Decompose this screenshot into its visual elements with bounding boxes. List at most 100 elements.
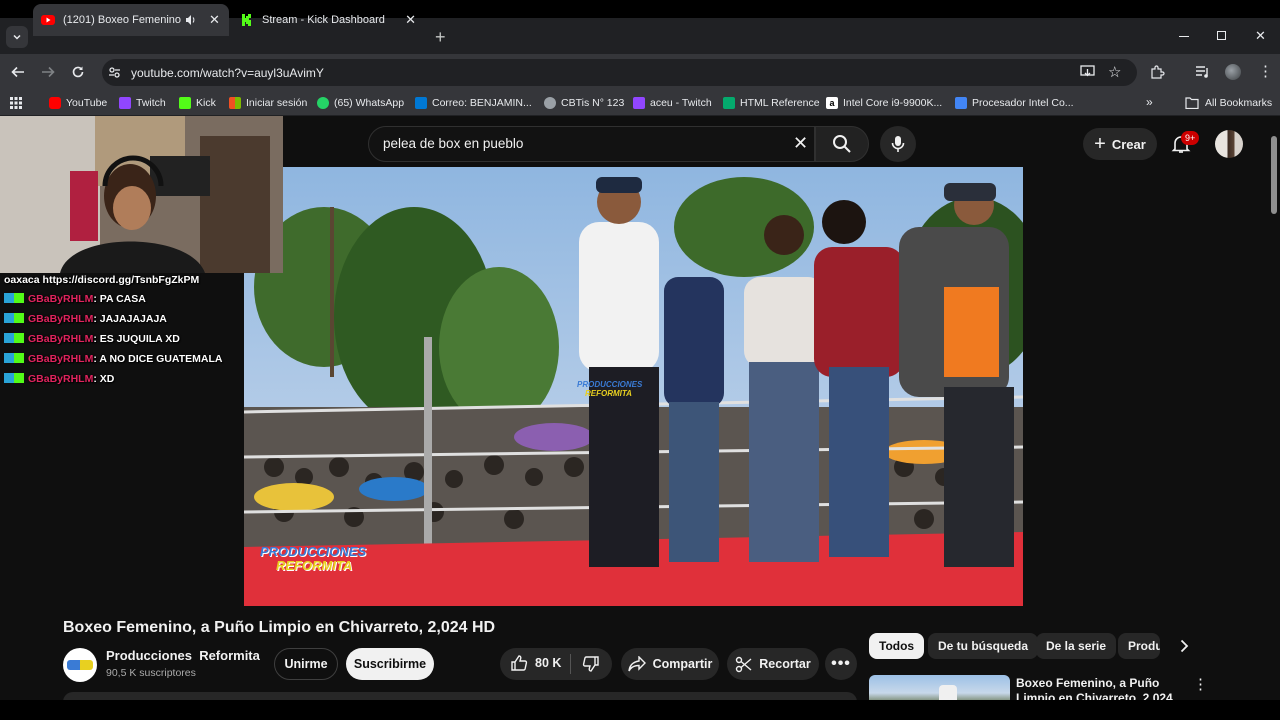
chat-message: GBaByRHLM: JAJAJAJAJA — [4, 313, 167, 325]
search-button[interactable] — [815, 126, 869, 162]
channel-name[interactable]: Producciones Reformita — [106, 648, 260, 663]
profile-avatar[interactable] — [1225, 64, 1241, 80]
outlook-icon — [415, 97, 427, 109]
page-icon — [955, 97, 967, 109]
twitch-icon — [633, 97, 645, 109]
more-actions-button[interactable]: ••• — [825, 648, 857, 680]
bookmark-star-icon[interactable]: ☆ — [1108, 63, 1121, 81]
search-query-text[interactable]: pelea de box en pueblo — [383, 136, 523, 151]
share-button[interactable]: Compartir — [621, 648, 719, 680]
chip-de-tu-busqueda[interactable]: De tu búsqueda — [928, 633, 1039, 659]
twitch-icon — [119, 97, 131, 109]
page-scrollbar[interactable] — [1268, 122, 1280, 700]
kick-icon — [242, 14, 251, 26]
chat-text: : JAJAJAJAJA — [93, 313, 167, 325]
clip-button[interactable]: Recortar — [727, 648, 819, 680]
discord-link-line: oaxaca https://discord.gg/TsnbFgZkPM — [4, 274, 200, 286]
chevron-down-icon — [13, 34, 21, 40]
chat-badge-icon — [4, 293, 24, 303]
channel-avatar[interactable] — [63, 648, 97, 682]
plus-icon: + — [1094, 132, 1106, 155]
chat-badge-icon — [4, 373, 24, 383]
chip-produ[interactable]: Produ — [1118, 633, 1160, 659]
thumbs-up-icon — [511, 655, 528, 671]
chat-badge-icon — [4, 333, 24, 343]
search-icon — [833, 135, 851, 153]
menu-kebab-icon[interactable]: ⋮ — [1258, 64, 1273, 79]
kick-icon — [179, 97, 191, 109]
chat-text: : ES JUQUILA XD — [93, 333, 180, 345]
like-button[interactable]: 80 K — [510, 654, 561, 672]
site-info-icon[interactable] — [108, 66, 121, 79]
bookmark-whatsapp[interactable]: (65) WhatsApp — [317, 96, 404, 110]
account-avatar[interactable] — [1215, 130, 1243, 158]
tab-title: Stream - Kick Dashboard — [262, 14, 385, 26]
bookmark-kick[interactable]: Kick — [179, 96, 216, 110]
chip-next-chevron-icon[interactable] — [1177, 639, 1191, 653]
tab-kick[interactable]: Stream - Kick Dashboard ✕ — [232, 4, 424, 36]
bookmark-cbtis[interactable]: CBTis N° 123 — [544, 96, 624, 110]
media-control-icon[interactable] — [1195, 65, 1210, 79]
whatsapp-icon — [317, 97, 329, 109]
video-watermark: PRODUCCIONES REFORMITA — [260, 544, 367, 573]
close-icon[interactable]: ✕ — [209, 12, 220, 28]
chat-text: : A NO DICE GUATEMALA — [93, 353, 223, 365]
speaker-icon[interactable] — [185, 14, 197, 26]
apps-grid-icon[interactable] — [10, 97, 22, 109]
video-player[interactable]: PRODUCCIONES REFORMITA PRODUCCIONES REFO… — [244, 167, 1023, 606]
bottom-letterbox — [0, 700, 1280, 720]
video-title: Boxeo Femenino, a Puño Limpio en Chivarr… — [63, 619, 496, 636]
scrollbar-thumb[interactable] — [1271, 136, 1277, 214]
extensions-icon[interactable] — [1150, 65, 1165, 80]
url-text[interactable]: youtube.com/watch?v=auyl3uAvimY — [131, 66, 324, 80]
tab-search-button[interactable] — [6, 26, 28, 48]
bookmark-procesador-intel[interactable]: Procesador Intel Co... — [955, 96, 1074, 110]
bookmark-twitch[interactable]: Twitch — [119, 96, 166, 110]
like-divider — [570, 654, 571, 674]
chip-de-la-serie[interactable]: De la serie — [1036, 633, 1117, 659]
folder-icon — [1185, 97, 1199, 109]
create-button[interactable]: + Crear — [1083, 128, 1157, 160]
install-app-icon[interactable] — [1080, 65, 1095, 79]
related-more-icon[interactable]: ⋮ — [1193, 675, 1208, 693]
more-bookmarks-chevron-icon[interactable]: » — [1146, 96, 1153, 108]
bookmark-youtube[interactable]: YouTube — [49, 96, 107, 110]
chat-username: GBaByRHLM — [28, 333, 94, 345]
webcam-frame — [0, 116, 283, 273]
chat-username: GBaByRHLM — [28, 353, 94, 365]
chat-message: GBaByRHLM: PA CASA — [4, 293, 146, 305]
clear-search-icon[interactable]: ✕ — [793, 133, 808, 154]
bookmark-intel-core[interactable]: a Intel Core i9-9900K... — [826, 96, 942, 110]
subscribe-button[interactable]: Suscribirme — [346, 648, 434, 680]
bookmark-aceu-twitch[interactable]: aceu - Twitch — [633, 96, 712, 110]
thumbs-down-icon[interactable] — [582, 655, 600, 673]
tab-youtube[interactable]: (1201) Boxeo Femenino, a P ✕ — [33, 4, 229, 36]
youtube-icon — [41, 15, 55, 25]
restore-button[interactable] — [1217, 31, 1226, 40]
microsoft-icon — [229, 97, 241, 109]
all-bookmarks-folder[interactable]: All Bookmarks — [1185, 96, 1272, 110]
chat-message: GBaByRHLM: ES JUQUILA XD — [4, 333, 180, 345]
bookmark-correo[interactable]: Correo: BENJAMIN... — [415, 96, 532, 110]
notification-badge: 9+ — [1181, 131, 1200, 145]
new-tab-button[interactable]: + — [435, 28, 446, 46]
scissors-icon — [736, 656, 752, 672]
join-button[interactable]: Unirme — [274, 648, 338, 680]
minimize-button[interactable] — [1179, 36, 1189, 37]
microphone-icon — [891, 136, 905, 152]
chat-username: GBaByRHLM — [28, 373, 94, 385]
tab-title: (1201) Boxeo Femenino, a P — [63, 14, 181, 26]
close-icon[interactable]: ✕ — [405, 12, 416, 28]
voice-search-button[interactable] — [880, 126, 916, 162]
bookmark-iniciar-sesion[interactable]: Iniciar sesión — [229, 96, 307, 110]
youtube-icon — [49, 97, 61, 109]
channel-logo-icon — [67, 660, 93, 670]
window-close-button[interactable]: ✕ — [1255, 29, 1266, 42]
chip-todos[interactable]: Todos — [869, 633, 925, 659]
reload-icon[interactable] — [71, 65, 85, 79]
forward-icon[interactable] — [41, 65, 55, 79]
back-icon[interactable] — [11, 65, 25, 79]
bookmark-html-reference[interactable]: HTML Reference — [723, 96, 820, 110]
chat-username: GBaByRHLM — [28, 293, 94, 305]
chat-badge-icon — [4, 353, 24, 363]
